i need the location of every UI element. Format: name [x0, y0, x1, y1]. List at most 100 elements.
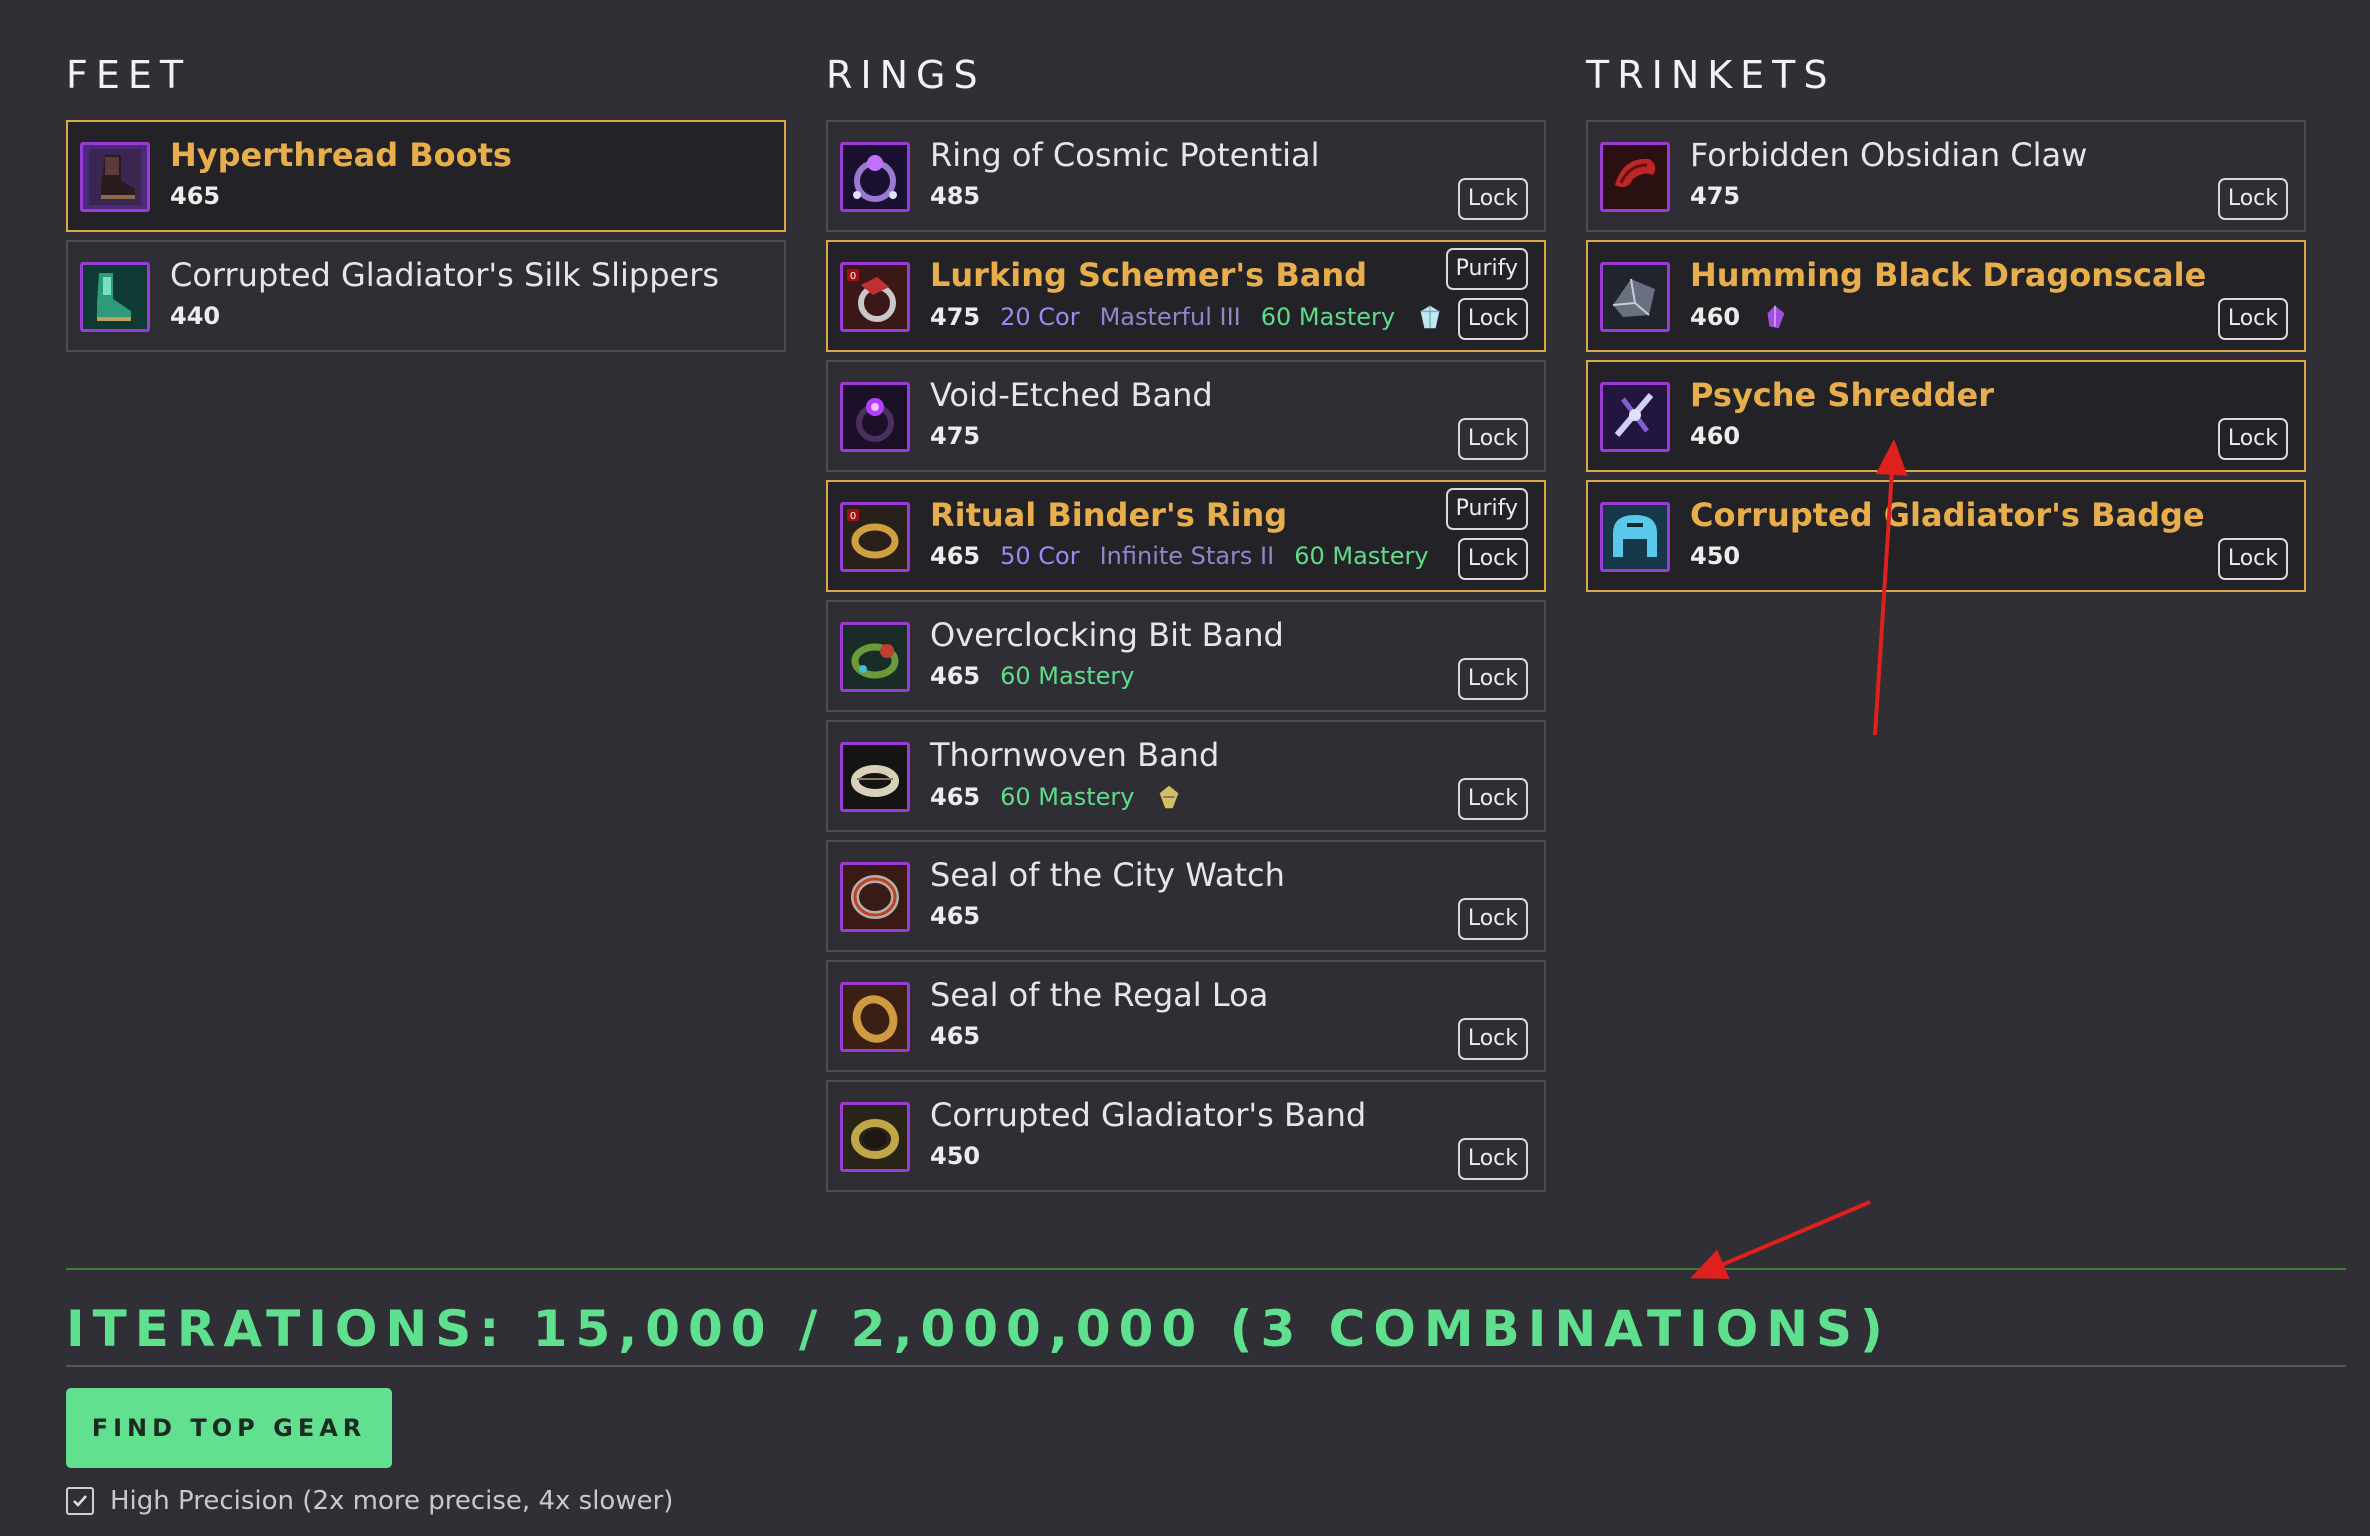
find-top-gear-button[interactable]: FIND TOP GEAR	[66, 1388, 392, 1468]
lock-button[interactable]: Lock	[2217, 418, 2288, 460]
trinkets-column: TRINKETS Forbidden Obsidian Claw 475 Loc…	[1586, 52, 2306, 600]
ritual-ring-icon: 0	[840, 502, 910, 572]
item-name: Ring of Cosmic Potential	[930, 136, 1320, 174]
annotation-arrow-left	[1690, 1200, 1871, 1279]
item-name: Corrupted Gladiator's Silk Slippers	[170, 256, 720, 294]
gear-item-seal-of-the-regal-loa[interactable]: Seal of the Regal Loa 465 Lock	[826, 960, 1546, 1072]
obsidian-claw-icon	[1600, 142, 1670, 212]
checkmark-icon	[73, 1495, 87, 1507]
gladiator-badge-icon	[1600, 502, 1670, 572]
item-level: 475	[930, 303, 981, 331]
thornwoven-band-icon	[840, 742, 910, 812]
lock-button[interactable]: Lock	[1457, 658, 1528, 700]
gear-item-lurking-schemers-band[interactable]: 0 Lurking Schemer's Band 475 20 Cor Mast…	[826, 240, 1546, 352]
purify-button[interactable]: Purify	[1445, 248, 1528, 290]
iterations-counter: ITERATIONS: 15,000 / 2,000,000 (3 COMBIN…	[66, 1300, 1891, 1358]
feet-column: FEET Hyperthread Boots 465 Corrupted Gla…	[66, 52, 786, 360]
item-meta: 465	[930, 902, 980, 930]
mastery-stat: 60 Mastery	[1260, 303, 1396, 331]
item-level: 460	[1690, 422, 1741, 450]
corruption-effect: Masterful III	[1099, 303, 1241, 331]
city-watch-seal-icon	[840, 862, 910, 932]
item-meta: 460	[1690, 422, 1740, 450]
lock-button[interactable]: Lock	[1457, 538, 1528, 580]
gear-item-hyperthread-boots[interactable]: Hyperthread Boots 465	[66, 120, 786, 232]
corruption-effect: Infinite Stars II	[1099, 542, 1275, 570]
gear-item-corrupted-gladiators-band[interactable]: Corrupted Gladiator's Band 450 Lock	[826, 1080, 1546, 1192]
item-name: Lurking Schemer's Band	[930, 256, 1368, 294]
item-meta: 450	[1690, 542, 1740, 570]
high-precision-checkbox[interactable]	[66, 1487, 94, 1515]
corruption-stat: 20 Cor	[1000, 303, 1080, 331]
gear-item-overclocking-bit-band[interactable]: Overclocking Bit Band 465 60 Mastery Loc…	[826, 600, 1546, 712]
high-precision-option[interactable]: High Precision (2x more precise, 4x slow…	[66, 1486, 673, 1516]
item-name: Psyche Shredder	[1690, 376, 1994, 414]
lock-button[interactable]: Lock	[2217, 538, 2288, 580]
rings-title: RINGS	[826, 53, 986, 97]
corruption-stat: 50 Cor	[1000, 542, 1080, 570]
diamond-gem-icon	[1415, 302, 1445, 332]
void-band-icon	[840, 382, 910, 452]
item-level: 475	[1690, 182, 1741, 210]
lock-button[interactable]: Lock	[1457, 898, 1528, 940]
section-divider	[66, 1268, 2346, 1270]
mastery-stat: 60 Mastery	[1000, 783, 1135, 811]
item-meta: 465	[170, 182, 220, 210]
item-meta: 475	[1690, 182, 1740, 210]
lock-button[interactable]: Lock	[2217, 298, 2288, 340]
item-level: 465	[930, 902, 981, 930]
lock-button[interactable]: Lock	[1457, 1018, 1528, 1060]
item-meta: 475	[930, 422, 980, 450]
item-name: Thornwoven Band	[930, 736, 1220, 774]
item-name: Corrupted Gladiator's Badge	[1690, 496, 2205, 534]
item-name: Ritual Binder's Ring	[930, 496, 1288, 534]
gear-item-thornwoven-band[interactable]: Thornwoven Band 465 60 Mastery Lock	[826, 720, 1546, 832]
item-meta: 450	[930, 1142, 980, 1170]
item-name: Seal of the Regal Loa	[930, 976, 1269, 1014]
item-level: 465	[170, 182, 221, 210]
svg-text:0: 0	[850, 511, 856, 522]
gear-item-corrupted-gladiators-silk-slippers[interactable]: Corrupted Gladiator's Silk Slippers 440	[66, 240, 786, 352]
lock-button[interactable]: Lock	[1457, 178, 1528, 220]
gem-icon	[1154, 782, 1184, 812]
item-level: 475	[930, 422, 981, 450]
gear-item-ring-of-cosmic-potential[interactable]: Ring of Cosmic Potential 485 Lock	[826, 120, 1546, 232]
lock-button[interactable]: Lock	[2217, 178, 2288, 220]
slippers-icon	[80, 262, 150, 332]
regal-loa-seal-icon	[840, 982, 910, 1052]
item-level: 450	[1690, 542, 1741, 570]
item-meta: 465 50 Cor Infinite Stars II 60 Mastery	[930, 542, 1429, 570]
dragonscale-icon	[1600, 262, 1670, 332]
item-level: 465	[930, 662, 981, 690]
mastery-stat: 60 Mastery	[1000, 662, 1135, 690]
gear-item-forbidden-obsidian-claw[interactable]: Forbidden Obsidian Claw 475 Lock	[1586, 120, 2306, 232]
schemer-band-icon: 0	[840, 262, 910, 332]
gear-item-ritual-binders-ring[interactable]: 0 Ritual Binder's Ring 465 50 Cor Infini…	[826, 480, 1546, 592]
item-meta: 460	[1690, 302, 1790, 332]
iterations-divider	[66, 1365, 2346, 1367]
item-level: 460	[1690, 303, 1741, 331]
lock-button[interactable]: Lock	[1457, 418, 1528, 460]
item-name: Humming Black Dragonscale	[1690, 256, 2207, 294]
gear-item-void-etched-band[interactable]: Void-Etched Band 475 Lock	[826, 360, 1546, 472]
item-meta: 475 20 Cor Masterful III 60 Mastery	[930, 302, 1445, 332]
item-meta: 465 60 Mastery	[930, 782, 1184, 812]
item-level: 450	[930, 1142, 981, 1170]
item-level: 465	[930, 542, 981, 570]
psyche-shredder-icon	[1600, 382, 1670, 452]
item-meta: 485	[930, 182, 980, 210]
lock-button[interactable]: Lock	[1457, 1138, 1528, 1180]
gear-item-seal-of-the-city-watch[interactable]: Seal of the City Watch 465 Lock	[826, 840, 1546, 952]
gear-item-corrupted-gladiators-badge[interactable]: Corrupted Gladiator's Badge 450 Lock	[1586, 480, 2306, 592]
lock-button[interactable]: Lock	[1457, 778, 1528, 820]
lock-button[interactable]: Lock	[1457, 298, 1528, 340]
item-name: Corrupted Gladiator's Band	[930, 1096, 1367, 1134]
gear-item-psyche-shredder[interactable]: Psyche Shredder 460 Lock	[1586, 360, 2306, 472]
gear-item-humming-black-dragonscale[interactable]: Humming Black Dragonscale 460 Lock	[1586, 240, 2306, 352]
item-level: 465	[930, 783, 981, 811]
mastery-stat: 60 Mastery	[1294, 542, 1429, 570]
item-name: Void-Etched Band	[930, 376, 1213, 414]
svg-text:0: 0	[850, 271, 856, 282]
purify-button[interactable]: Purify	[1445, 488, 1528, 530]
item-meta: 465 60 Mastery	[930, 662, 1134, 690]
